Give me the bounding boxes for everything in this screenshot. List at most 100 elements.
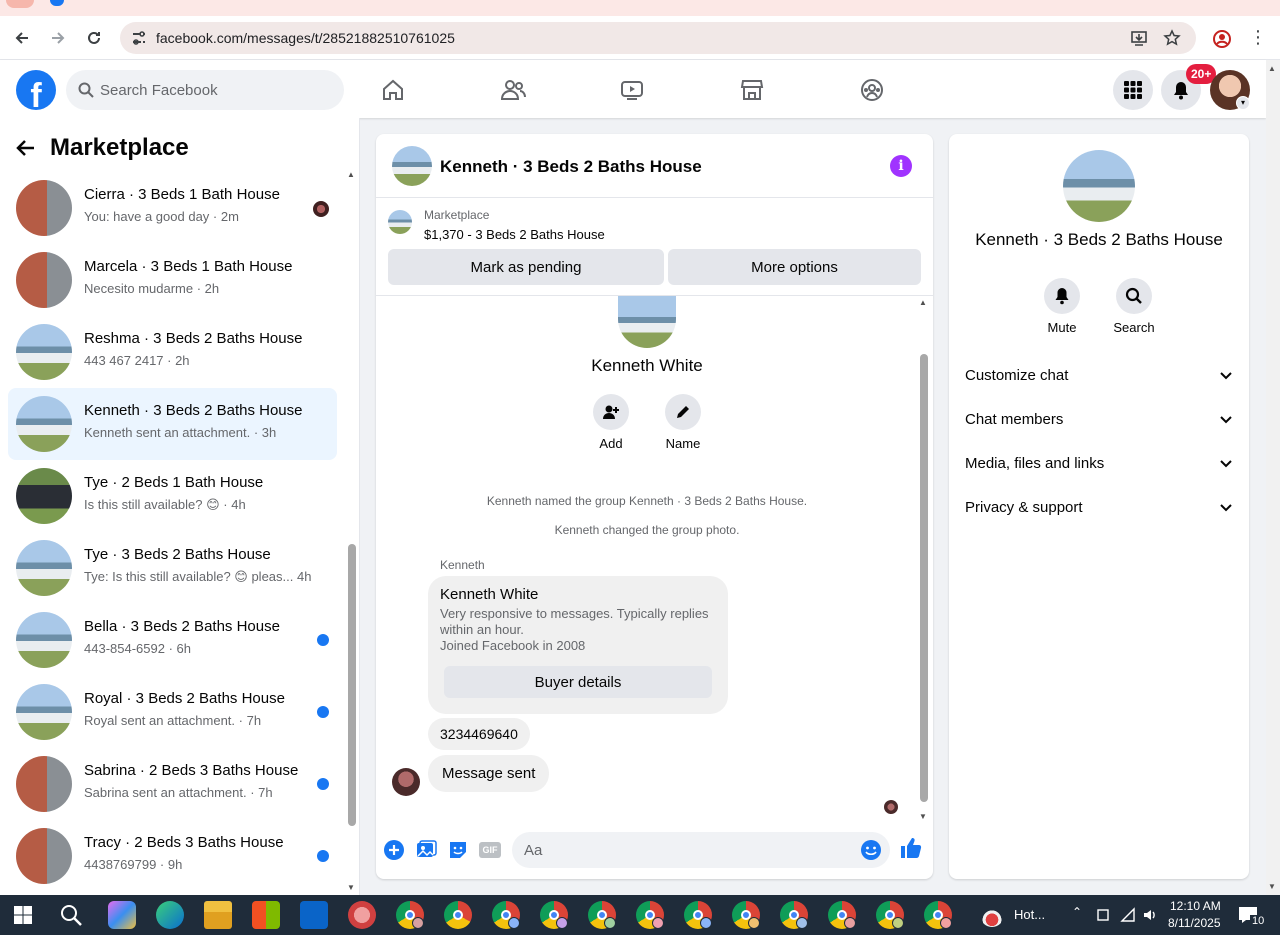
info-icon[interactable]: i [890,155,912,177]
menu-grid-icon[interactable] [1113,70,1153,110]
thumbs-up-icon[interactable] [899,836,923,860]
scrollbar-thumb[interactable] [348,544,356,826]
chrome-window-icon[interactable] [444,901,472,929]
conversation-preview: Kenneth sent an attachment. · 3h [84,425,277,440]
message-input-box[interactable] [512,832,890,868]
customize-chat-section[interactable]: Customize chat [965,363,1233,387]
conversation-item[interactable]: Cierra · 3 Beds 1 Bath House You: have a … [8,172,337,244]
reload-icon[interactable] [80,24,108,52]
bookmark-star-icon[interactable] [1163,29,1181,47]
conversation-item[interactable]: Royal · 3 Beds 2 Baths House Royal sent a… [8,676,337,748]
back-arrow-icon[interactable] [8,24,36,52]
search-in-chat-action[interactable]: Search [1104,278,1164,335]
message-bubble[interactable]: Message sent [428,755,550,792]
chrome-window-icon[interactable] [684,901,712,929]
chrome-menu-icon[interactable]: ⋮ [1248,28,1268,48]
search-input[interactable] [100,70,330,110]
chrome-window-icon[interactable] [396,901,424,929]
chrome-window-icon[interactable] [492,901,520,929]
conversation-item[interactable]: Marcela · 3 Beds 1 Bath House Necesito mu… [8,244,337,316]
conversation-item[interactable]: Tye · 3 Beds 2 Baths House Tye: Is this s… [8,532,337,604]
volume-icon[interactable] [1142,907,1158,923]
message-bubble[interactable]: 3234469640 [428,718,530,750]
marketplace-icon[interactable] [728,72,776,108]
windows-taskbar: Hot... ⌃ 12:10 AM 8/11/2025 10 [0,895,1280,935]
listing-thumbnail[interactable] [388,210,412,234]
group-photo [618,296,676,348]
privacy-support-section[interactable]: Privacy & support [965,495,1233,519]
conversation-item[interactable]: Tracy · 2 Beds 3 Baths House 4438769799 ·… [8,820,337,892]
friends-icon[interactable] [489,72,537,108]
chrome-window-icon[interactable] [540,901,568,929]
show-hidden-icons-chevron[interactable]: ⌃ [1072,905,1082,919]
message-scrollbar[interactable]: ▲ ▼ [918,296,930,821]
chat-panel: Kenneth · 3 Beds 2 Baths House i Marketp… [376,134,933,879]
chat-title[interactable]: Kenneth · 3 Beds 2 Baths House [440,157,702,177]
clock-time[interactable]: 12:10 AM [1170,899,1221,913]
weather-icon[interactable] [980,903,1004,927]
address-bar[interactable]: facebook.com/messages/t/2852188251076102… [120,22,1196,54]
chat-avatar[interactable] [392,146,432,186]
facebook-tab-icon[interactable] [50,0,64,6]
watch-video-icon[interactable] [608,72,656,108]
facebook-search[interactable] [66,70,344,110]
page-scrollbar[interactable]: ▲ ▼ [1266,60,1280,895]
site-settings-icon[interactable] [130,29,148,47]
chat-members-section[interactable]: Chat members [965,407,1233,431]
message-input[interactable] [524,832,844,868]
chrome-window-icon[interactable] [866,895,914,935]
mark-as-pending-button[interactable]: Mark as pending [388,249,664,285]
chrome-window-icon[interactable] [924,901,952,929]
photo-icon[interactable] [415,839,437,861]
buyer-details-button[interactable]: Buyer details [444,666,712,698]
name-group-action[interactable]: Name [653,394,713,451]
clock-date[interactable]: 8/11/2025 [1168,916,1221,930]
wifi-icon[interactable] [1120,907,1136,923]
conversation-list-scrollbar[interactable]: ▲ ▼ [346,170,358,892]
chrome-window-icon[interactable] [732,901,760,929]
chrome-window-icon[interactable] [588,901,616,929]
gif-icon[interactable]: GIF [479,842,501,858]
media-files-links-section[interactable]: Media, files and links [965,451,1233,475]
chrome-window-icon[interactable] [636,901,664,929]
conversation-item[interactable]: Sabrina · 2 Beds 3 Baths House Sabrina se… [8,748,337,820]
conversation-name: Tracy · 2 Beds 3 Baths House [84,834,284,851]
chevron-down-icon[interactable]: ▾ [1236,96,1250,110]
browser-tab[interactable] [6,0,34,8]
edge-icon[interactable] [156,901,184,929]
sender-avatar[interactable] [392,768,420,796]
back-arrow-icon[interactable] [16,138,36,158]
file-explorer-icon[interactable] [204,901,232,929]
listing-thumbnail [16,396,72,452]
conversation-item[interactable]: Reshma · 3 Beds 2 Baths House 443 467 241… [8,316,337,388]
emoji-icon[interactable] [860,839,882,861]
meet-now-icon[interactable] [1096,907,1110,923]
facebook-logo-icon[interactable]: f [16,70,56,110]
home-icon[interactable] [369,72,417,108]
sticker-icon[interactable] [447,839,469,861]
store-icon[interactable] [252,901,280,929]
conversation-item[interactable]: Kenneth · 3 Beds 2 Baths House Kenneth se… [8,388,337,460]
plus-circle-icon[interactable] [383,839,405,861]
taskbar-search-icon[interactable] [60,904,82,926]
weather-text[interactable]: Hot... [1014,907,1045,922]
outlook-icon[interactable] [300,901,328,929]
add-people-action[interactable]: Add [581,394,641,451]
windows-start-icon[interactable] [14,906,32,924]
paint-icon[interactable] [348,901,376,929]
more-options-button[interactable]: More options [668,249,921,285]
chrome-window-icon[interactable] [828,901,856,929]
install-app-icon[interactable] [1130,29,1148,47]
forward-arrow-icon[interactable] [44,24,72,52]
chrome-window-icon[interactable] [780,901,808,929]
groups-icon[interactable] [848,72,896,108]
url-text[interactable]: facebook.com/messages/t/2852188251076102… [156,30,455,46]
conversation-item[interactable]: Tye · 2 Beds 1 Bath House Is this still a… [8,460,337,532]
copilot-icon[interactable] [108,901,136,929]
scrollbar-thumb[interactable] [920,354,928,802]
conversation-item[interactable]: Bella · 3 Beds 2 Baths House 443-854-6592… [8,604,337,676]
listing-price-title[interactable]: $1,370 - 3 Beds 2 Baths House [424,227,605,242]
mute-action[interactable]: Mute [1032,278,1092,335]
group-photo[interactable] [1063,150,1135,222]
chrome-profile-icon[interactable] [1212,29,1232,49]
